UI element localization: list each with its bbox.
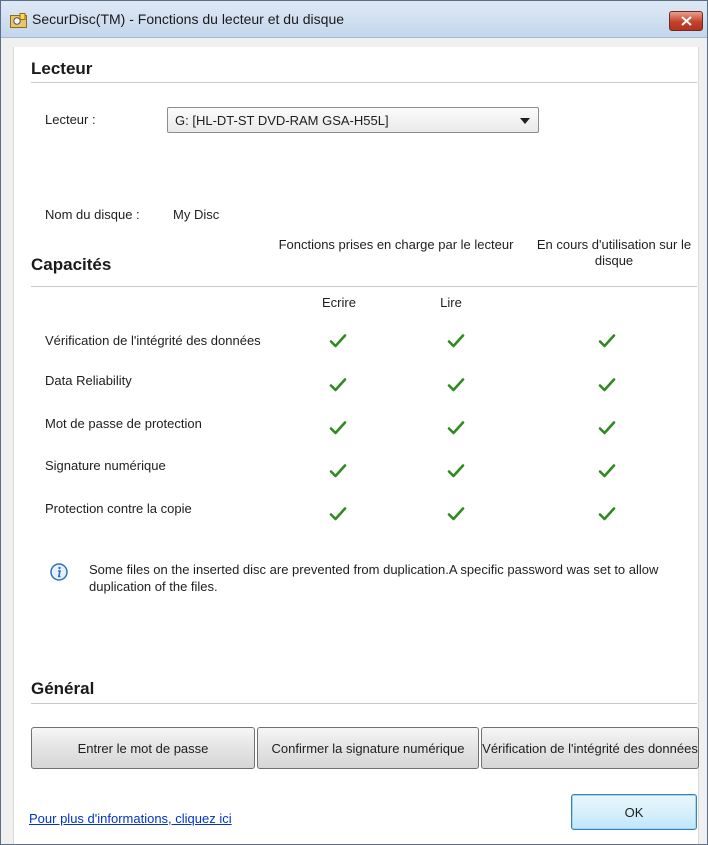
check-icon	[598, 507, 616, 521]
section-divider	[31, 703, 697, 704]
more-info-link[interactable]: Pour plus d'informations, cliquez ici	[29, 811, 232, 826]
check-icon	[598, 464, 616, 478]
info-icon	[50, 563, 68, 581]
check-icon	[598, 378, 616, 392]
column-header-disc: En cours d'utilisation sur le disque	[536, 237, 692, 268]
content-panel	[13, 47, 699, 844]
check-icon	[598, 334, 616, 348]
check-icon	[598, 421, 616, 435]
check-icon	[329, 334, 347, 348]
info-message: Some files on the inserted disc are prev…	[89, 562, 659, 594]
column-header-write: Ecrire	[322, 295, 356, 310]
dialog-window: SecurDisc(TM) - Fonctions du lecteur et …	[0, 0, 708, 845]
section-title-drive: Lecteur	[31, 59, 93, 78]
section-title-general: Général	[31, 679, 95, 698]
close-icon	[681, 16, 692, 26]
ok-button[interactable]: OK	[571, 794, 697, 830]
check-icon	[447, 464, 465, 478]
column-header-drive: Fonctions prises en charge par le lecteu…	[278, 237, 514, 252]
section-title-capabilities: Capacités	[31, 255, 112, 274]
drive-label: Lecteur :	[45, 112, 96, 127]
capability-row-label: Signature numérique	[45, 458, 166, 473]
check-icon	[447, 507, 465, 521]
capability-row-label: Protection contre la copie	[45, 501, 192, 516]
capability-row-label: Mot de passe de protection	[45, 416, 202, 431]
drive-select-value: G: [HL-DT-ST DVD-RAM GSA-H55L]	[175, 113, 389, 128]
drive-select[interactable]: G: [HL-DT-ST DVD-RAM GSA-H55L]	[167, 107, 539, 133]
dropdown-arrow-icon	[520, 118, 530, 124]
disc-name-value: My Disc	[173, 207, 220, 222]
confirm-signature-button[interactable]: Confirmer la signature numérique	[257, 727, 479, 769]
section-divider	[31, 82, 697, 83]
close-button[interactable]	[669, 11, 703, 31]
integrity-check-button[interactable]: Vérification de l'intégrité des données	[481, 727, 699, 769]
check-icon	[329, 507, 347, 521]
capability-row-label: Data Reliability	[45, 373, 132, 388]
capability-row-label: Vérification de l'intégrité des données	[45, 333, 261, 348]
title-bar[interactable]: SecurDisc(TM) - Fonctions du lecteur et …	[1, 1, 707, 38]
window-title: SecurDisc(TM) - Fonctions du lecteur et …	[32, 11, 345, 27]
check-icon	[447, 378, 465, 392]
column-header-read: Lire	[440, 295, 462, 310]
enter-password-button[interactable]: Entrer le mot de passe	[31, 727, 255, 769]
section-divider	[31, 286, 697, 287]
check-icon	[447, 421, 465, 435]
check-icon	[447, 334, 465, 348]
securdisc-app-icon	[10, 13, 27, 28]
check-icon	[329, 421, 347, 435]
check-icon	[329, 464, 347, 478]
check-icon	[329, 378, 347, 392]
disc-name-label: Nom du disque :	[45, 207, 140, 222]
